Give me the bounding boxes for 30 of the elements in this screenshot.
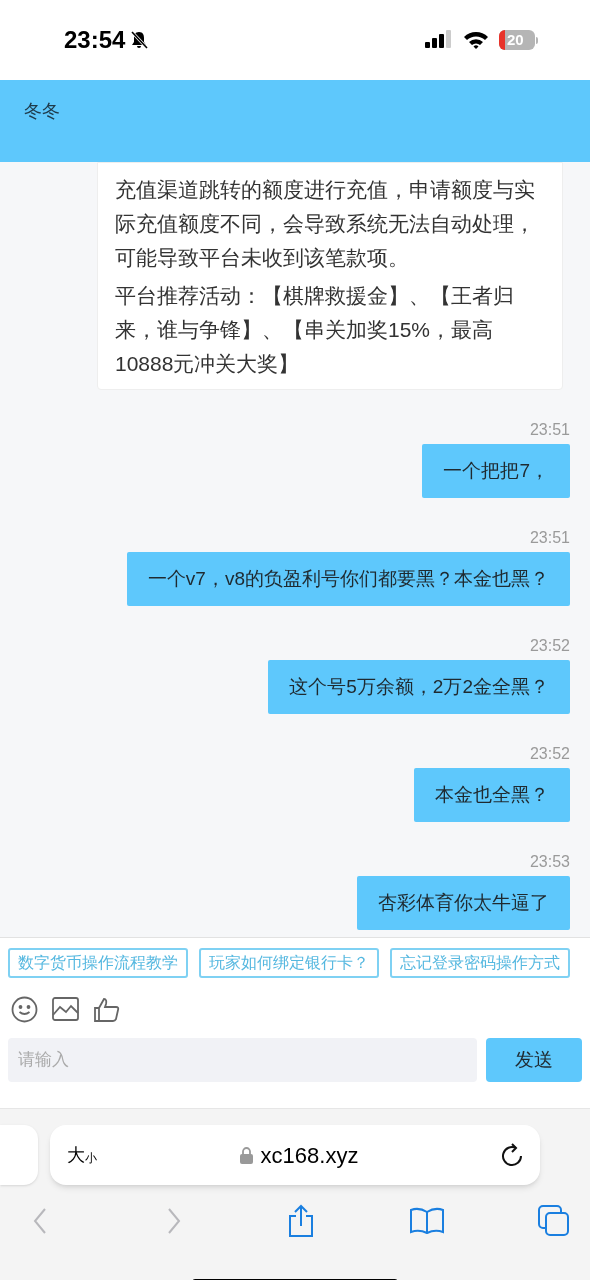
- send-button[interactable]: 发送: [486, 1038, 582, 1082]
- message-time: 23:53: [529, 852, 570, 872]
- thumbs-up-icon[interactable]: [93, 995, 120, 1023]
- message-time: 23:51: [529, 528, 570, 548]
- message-time: 23:51: [529, 420, 570, 440]
- message-time: 23:52: [529, 636, 570, 656]
- clock-time: 23:54: [64, 25, 126, 55]
- image-icon[interactable]: [52, 997, 79, 1021]
- emoji-icon[interactable]: [11, 995, 38, 1023]
- message-bubble: 杏彩体育你太牛逼了: [357, 876, 570, 930]
- share-icon[interactable]: [287, 1204, 315, 1238]
- notice-paragraph: 充值渠道跳转的额度进行充值，申请额度与实际充值额度不同，会导致系统无法自动处理，可能导致平台未收到该笔款项。: [115, 177, 536, 271]
- reader-size-button[interactable]: 大小: [67, 1145, 97, 1165]
- notice-paragraph: 平台推荐活动：【棋牌救援金】、【王者归来，谁与争锋】、【串关加奖15%，最高10888元冲关大奖】: [115, 283, 515, 377]
- message-bubble: 本金也全黑？: [414, 768, 570, 822]
- wifi-icon: [463, 30, 489, 50]
- message-bubble: 这个号5万余额，2万2金全黑？: [268, 660, 570, 714]
- battery-icon: 20: [499, 30, 538, 50]
- lock-icon: [239, 1146, 253, 1164]
- tabs-icon[interactable]: [538, 1205, 570, 1237]
- message-time: 23:52: [529, 744, 570, 764]
- book-icon[interactable]: [408, 1207, 445, 1235]
- message-input[interactable]: 请输入: [8, 1038, 477, 1082]
- message-bubble: 一个v7，v8的负盈利号你们都要黑？本金也黑？: [126, 552, 570, 606]
- chat-title: 冬冬: [24, 101, 60, 121]
- reload-icon[interactable]: [501, 1143, 523, 1167]
- signal-icon: [425, 30, 453, 50]
- message-bubble: 一个把把7，: [422, 444, 570, 498]
- url-text: xc168.xyz: [260, 1141, 359, 1170]
- address-bar[interactable]: 大小 xc168.xyz: [50, 1125, 540, 1185]
